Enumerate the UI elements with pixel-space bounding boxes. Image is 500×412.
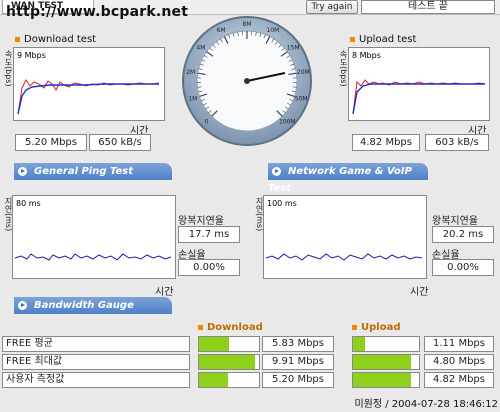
download-bar-fill — [199, 373, 228, 387]
bullet-icon — [350, 37, 355, 42]
upload-scale: 8 Mbps — [352, 51, 381, 60]
gauge-tick-label: 20M — [297, 69, 310, 76]
game-loss-value: 0.00% — [432, 259, 494, 276]
footer-signature: 미원정 / 2004-07-28 18:46:12 — [354, 399, 498, 410]
upload-bar-free-avg — [352, 336, 420, 352]
gauge-tick-label: 8M — [243, 21, 252, 28]
download-value-free-avg: 5.83 Mbps — [262, 336, 334, 352]
download-bar-free-max — [198, 354, 260, 370]
gauge-tick-label: 15M — [287, 44, 300, 51]
upload-value-free-max: 4.80 Mbps — [424, 354, 494, 370]
bandwidth-download-header: Download — [198, 322, 263, 333]
upload-bar-free-max — [352, 354, 420, 370]
download-title: Download test — [24, 34, 97, 45]
upload-kbs-value: 603 kB/s — [425, 134, 489, 151]
gauge-hub — [244, 78, 250, 84]
try-again-button[interactable]: Try again — [306, 0, 358, 14]
ping-loss-value: 0.00% — [178, 259, 240, 276]
upload-bar-user — [352, 372, 420, 388]
row-label-free-avg: FREE 평균 — [2, 336, 190, 352]
game-chart: 100 ms — [263, 195, 427, 279]
bandwidth-upload-header: Upload — [352, 322, 400, 333]
ping-test-banner: General Ping Test — [14, 163, 172, 180]
row-label-user: 사용자 측정값 — [2, 372, 190, 388]
download-value-free-max: 9.91 Mbps — [262, 354, 334, 370]
upload-panel-title: Upload test — [350, 34, 500, 45]
watermark: http://www.bcpark.net — [6, 4, 189, 20]
ping-banner-label: General Ping Test — [34, 166, 134, 177]
upload-chart: 8 Mbps — [348, 47, 490, 121]
upload-series-line — [352, 79, 486, 115]
gauge-tick-label: 10M — [266, 27, 279, 34]
gauge-tick-label: 50M — [295, 96, 308, 103]
upload-mbps-value: 4.82 Mbps — [352, 134, 420, 151]
download-scale: 9 Mbps — [17, 51, 46, 60]
upload-avg-line — [352, 83, 485, 115]
bandwidth-banner-label: Bandwidth Gauge — [34, 300, 134, 311]
download-value-user: 5.20 Mbps — [262, 372, 334, 388]
speed-gauge: 0 1M 2M 4M 6M 8M 10M 15M 20M 50M 100M — [182, 16, 312, 146]
ping-scale: 80 ms — [16, 199, 41, 208]
bullet-icon — [352, 325, 357, 330]
test-status-field: 테스트 끝 — [361, 0, 495, 14]
upload-bar-fill — [353, 337, 365, 351]
gauge-tick-label: 1M — [188, 96, 197, 103]
upload-value-user: 4.82 Mbps — [424, 372, 494, 388]
game-test-banner: Network Game & VoIP Test — [268, 163, 428, 194]
bullet-icon — [198, 325, 203, 330]
download-panel-title: Download test — [15, 34, 165, 45]
gauge-tick-label: 0 — [205, 118, 209, 125]
download-avg-line — [17, 83, 159, 115]
download-mbps-value: 5.20 Mbps — [15, 134, 87, 151]
game-banner-label: Network Game & VoIP Test — [268, 166, 412, 194]
upload-header-label: Upload — [361, 322, 401, 333]
ping-series-line — [14, 253, 172, 261]
download-kbs-value: 650 kB/s — [89, 134, 151, 151]
ping-chart: 80 ms — [12, 195, 176, 279]
download-bar-fill — [199, 355, 255, 369]
gauge-tick-label: 4M — [196, 44, 205, 51]
upload-bar-fill — [353, 373, 412, 387]
game-x-label: 시간 — [410, 287, 429, 298]
download-bar-free-avg — [198, 336, 260, 352]
download-header-label: Download — [207, 322, 263, 333]
arrow-icon — [272, 167, 281, 176]
row-label-free-max: FREE 최대값 — [2, 354, 190, 370]
game-series-line — [265, 253, 423, 261]
ping-latency-label: 왕복지연율 — [178, 216, 224, 227]
game-scale: 100 ms — [267, 199, 297, 208]
arrow-icon — [18, 167, 27, 176]
game-latency-value: 20.2 ms — [432, 226, 494, 243]
ping-x-label: 시간 — [155, 287, 174, 298]
upload-value-free-avg: 1.11 Mbps — [424, 336, 494, 352]
upload-title: Upload test — [359, 34, 417, 45]
game-latency-label: 왕복지연율 — [432, 216, 478, 227]
ping-latency-value: 17.7 ms — [178, 226, 240, 243]
bandwidth-gauge-banner: Bandwidth Gauge — [14, 297, 172, 314]
gauge-tick-label: 100M — [279, 118, 296, 125]
bullet-icon — [15, 37, 20, 42]
download-chart: 9 Mbps — [13, 47, 165, 121]
upload-bar-fill — [353, 355, 412, 369]
gauge-tick-label: 6M — [217, 27, 226, 34]
download-bar-fill — [199, 337, 229, 351]
download-bar-user — [198, 372, 260, 388]
gauge-tick-label: 2M — [186, 69, 195, 76]
arrow-icon — [18, 301, 27, 310]
